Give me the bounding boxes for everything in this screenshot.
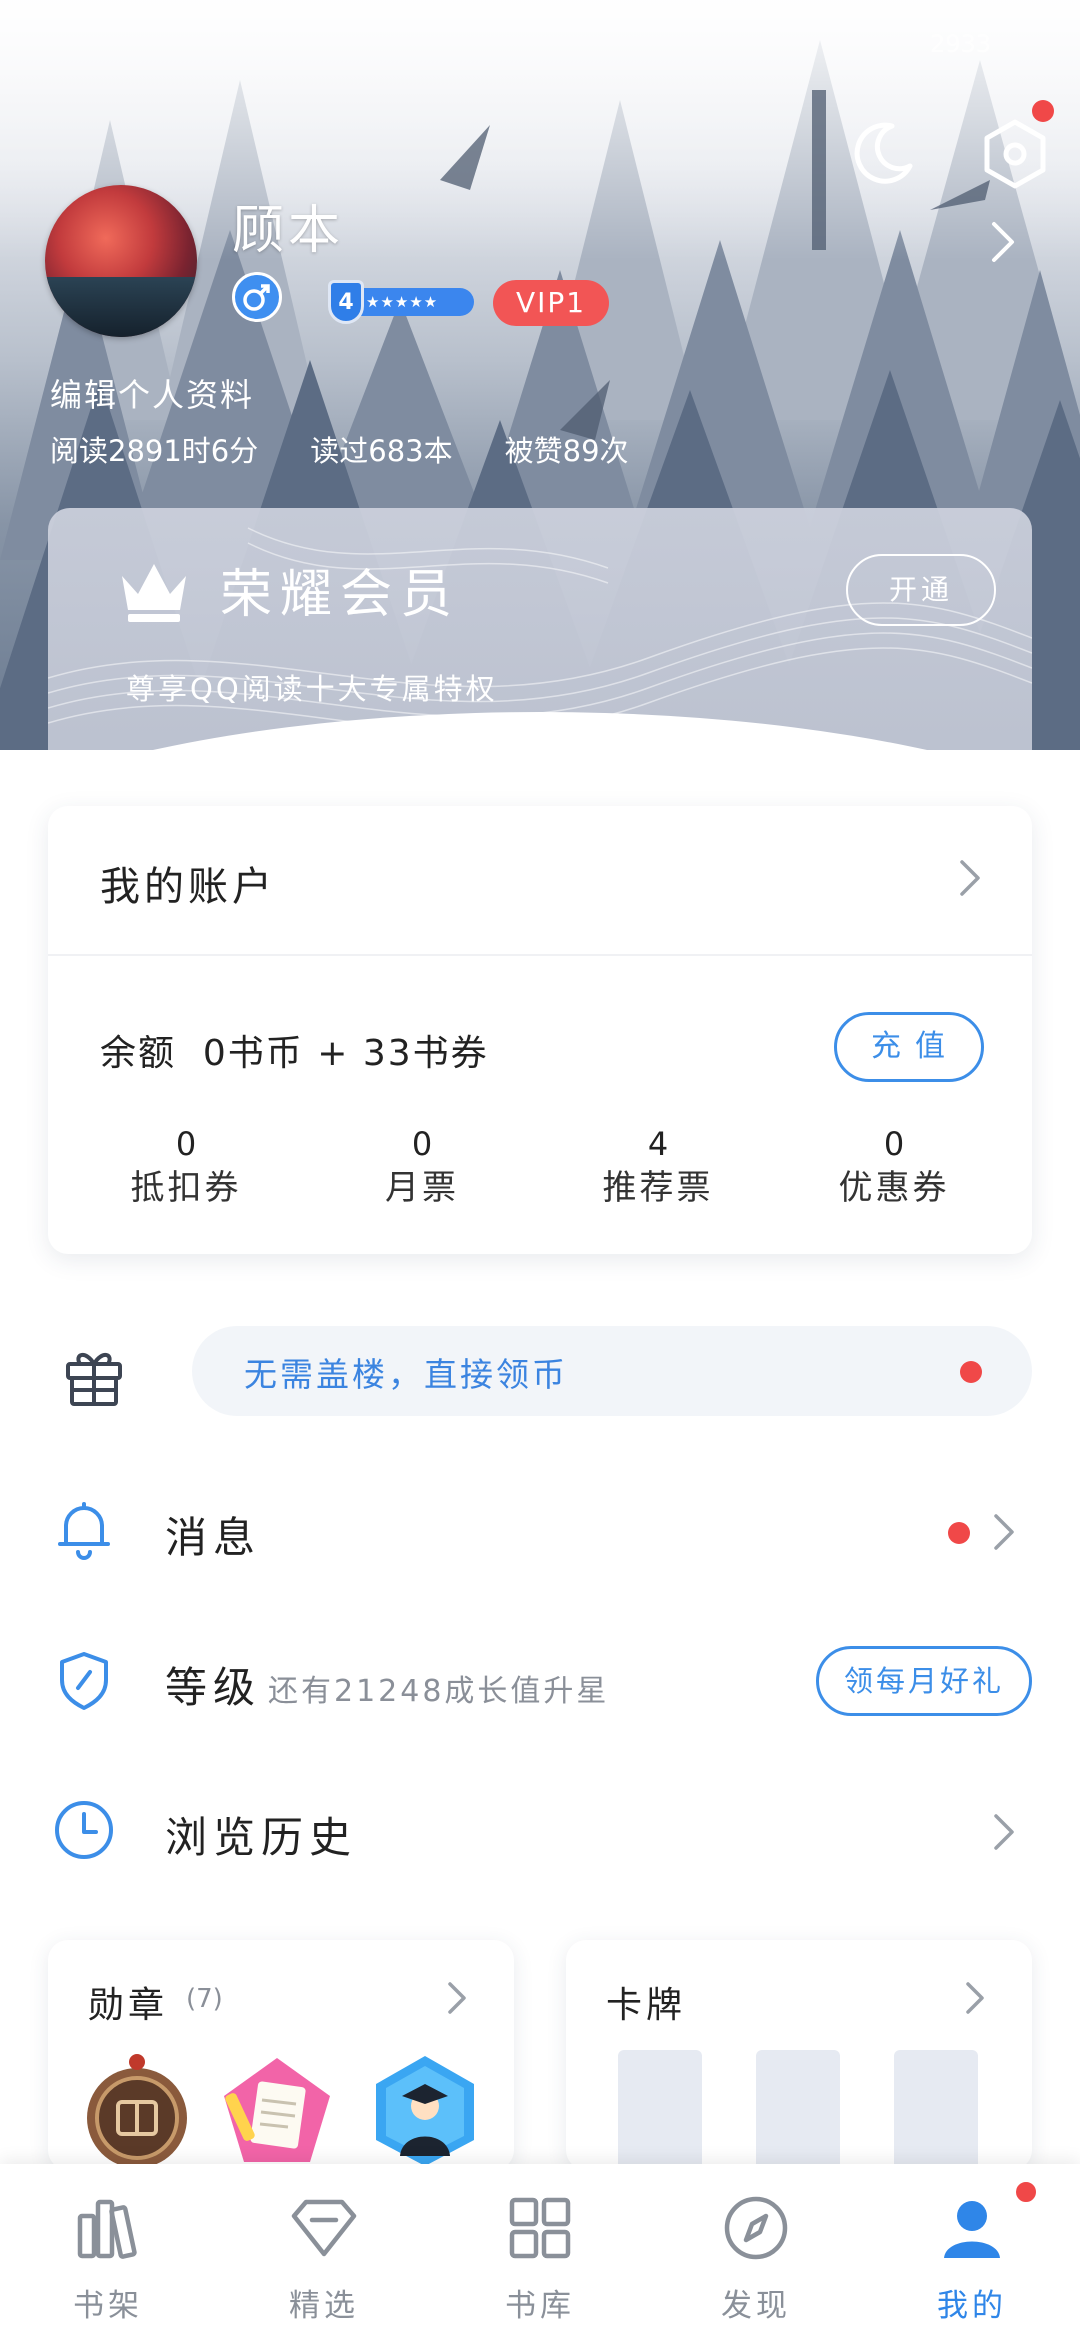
tab-me[interactable]: 我的 [864, 2164, 1080, 2340]
ticket-value: 4 [647, 1125, 669, 1163]
tab-featured[interactable]: 精选 [216, 2164, 432, 2340]
me-notification-dot [1014, 2180, 1038, 2204]
male-gender-icon [232, 272, 282, 322]
level-hint: 还有21248成长值升星 [268, 1674, 610, 1709]
chevron-right-icon [966, 1982, 984, 2014]
banner-text: 无需盖楼，直接领币 [244, 1355, 568, 1394]
grid-icon [509, 2197, 571, 2259]
monthly-gift-button[interactable]: 领每月好礼 [816, 1646, 1032, 1716]
tab-label: 书库 [505, 2288, 575, 2324]
tab-discover[interactable]: 发现 [648, 2164, 864, 2340]
ticket-row: 0 抵扣券 0 月票 4 推荐票 0 优惠券 [48, 1124, 1032, 1234]
settings-icon[interactable] [982, 118, 1048, 190]
medals-count: (7) [186, 1984, 223, 2014]
vip-title: 荣耀会员 [220, 565, 461, 625]
chevron-right-icon [960, 860, 980, 896]
history-row[interactable]: 浏览历史 [0, 1770, 1080, 1890]
level-row[interactable]: 等级 还有21248成长值升星 领每月好礼 [0, 1620, 1080, 1740]
cards-card[interactable]: 卡牌 [566, 1940, 1032, 2170]
mute-status-icon: 2933 [930, 30, 1040, 70]
tab-library[interactable]: 书库 [432, 2164, 648, 2340]
tab-label: 发现 [721, 2288, 791, 2324]
likes-stat[interactable]: 被赞89次 [505, 428, 629, 470]
chevron-right-icon [994, 1814, 1014, 1850]
books-read-stat[interactable]: 读过683本 [310, 428, 452, 470]
ticket-label: 推荐票 [602, 1168, 714, 1208]
medals-title: 勋章 [88, 1985, 169, 2026]
read-time-stat[interactable]: 阅读2891时6分 [50, 428, 258, 470]
ticket-value: 0 [411, 1125, 433, 1163]
history-label: 浏览历史 [165, 1813, 358, 1862]
ticket-recommend[interactable]: 4 推荐票 [540, 1124, 776, 1234]
bottom-tab-bar: 书架 精选 书库 发现 我的 [0, 2164, 1080, 2340]
medal-notebook-icon [224, 2058, 330, 2162]
messages-label: 消息 [165, 1513, 262, 1562]
ticket-monthly[interactable]: 0 月票 [304, 1124, 540, 1234]
ticket-value: 0 [175, 1125, 197, 1163]
clock-icon [55, 1801, 113, 1859]
shield-icon [60, 1652, 108, 1710]
diamond-icon [291, 2199, 357, 2257]
card-placeholder [618, 2050, 702, 2170]
account-title: 我的账户 [100, 864, 276, 910]
level-shield-icon: 4 [328, 280, 364, 324]
crown-icon [122, 564, 186, 622]
gift-icon[interactable] [62, 1344, 126, 1408]
status-count: 2933 [930, 30, 992, 58]
level-badge[interactable]: ★★★★★ 4 [308, 280, 476, 324]
profile-chevron-right-icon[interactable] [988, 220, 1018, 264]
avatar[interactable] [45, 185, 197, 337]
profile-header: 2933 顾本 ★★★★★ 4 VIP1 编辑个人资料 阅读2891时6分 读过… [0, 0, 1080, 750]
open-vip-button[interactable]: 开通 [846, 554, 996, 626]
reading-stats: 阅读2891时6分 读过683本 被赞89次 [50, 428, 681, 470]
messages-notification-dot [948, 1522, 970, 1544]
ticket-coupon[interactable]: 0 优惠券 [776, 1124, 1012, 1234]
medal-bronze-icon [87, 2054, 187, 2168]
ticket-value: 0 [883, 1125, 905, 1163]
tab-label: 我的 [937, 2288, 1007, 2324]
cards-title: 卡牌 [606, 1985, 687, 2026]
ticket-label: 优惠券 [838, 1168, 950, 1208]
bell-icon [58, 1502, 110, 1560]
tab-label: 书架 [73, 2288, 143, 2324]
compass-icon [724, 2196, 788, 2260]
settings-notification-dot [1032, 100, 1054, 122]
card-placeholder [756, 2050, 840, 2170]
tab-label: 精选 [289, 2288, 359, 2324]
bookshelf-icon [77, 2199, 137, 2259]
tab-bookshelf[interactable]: 书架 [0, 2164, 216, 2340]
card-placeholder [894, 2050, 978, 2170]
username[interactable]: 顾本 [232, 188, 344, 263]
ticket-label: 抵扣券 [130, 1168, 242, 1208]
free-coins-banner[interactable]: 无需盖楼，直接领币 [192, 1326, 1032, 1416]
vip-badge[interactable]: VIP1 [493, 280, 609, 326]
edit-profile-link[interactable]: 编辑个人资料 [50, 370, 254, 416]
recharge-button[interactable]: 充值 [834, 1012, 984, 1082]
level-label: 等级 [165, 1663, 262, 1712]
night-mode-icon[interactable] [848, 118, 918, 188]
vip-subtitle: 尊享QQ阅读十大专属特权 [126, 672, 498, 706]
account-card: 我的账户 余额 0书币 + 33书券 充值 0 抵扣券 0 月票 4 推荐票 0… [48, 806, 1032, 1254]
chevron-right-icon [448, 1982, 466, 2014]
chevron-right-icon [994, 1514, 1014, 1550]
person-icon [944, 2201, 1000, 2258]
messages-row[interactable]: 消息 [0, 1470, 1080, 1590]
ticket-deduction[interactable]: 0 抵扣券 [68, 1124, 304, 1234]
account-header[interactable]: 我的账户 [48, 806, 1032, 956]
medal-graduate-icon [376, 2056, 474, 2166]
balance-text: 余额 0书币 + 33书券 [100, 1033, 489, 1074]
banner-notification-dot [960, 1361, 982, 1383]
ticket-label: 月票 [385, 1168, 459, 1208]
medals-card[interactable]: 勋章 (7) [48, 1940, 514, 2170]
level-stars: ★★★★★ [358, 288, 474, 316]
